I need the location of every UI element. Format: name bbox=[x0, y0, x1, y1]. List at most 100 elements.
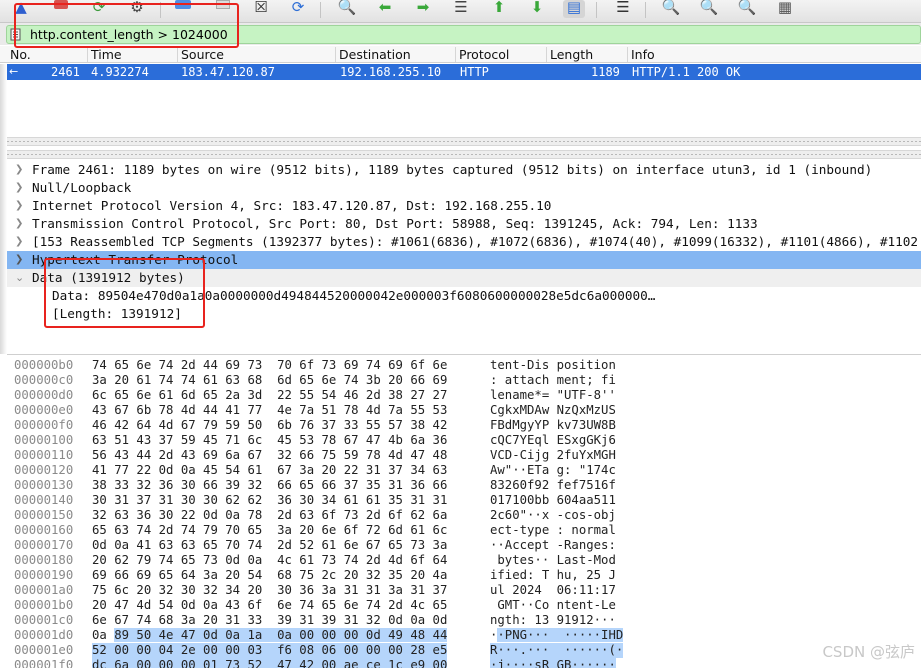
hex-row[interactable]: 000000b0 74 65 6e 74 2d 44 69 73 70 6f 73… bbox=[7, 358, 921, 373]
hex-row[interactable]: 000001e0 52 00 00 04 2e 00 00 03 f6 08 06… bbox=[7, 643, 921, 658]
hex-bytes: 75 6c 20 32 30 32 34 20 30 36 3a 31 31 3… bbox=[92, 583, 448, 597]
hex-row[interactable]: 00000190 69 66 69 65 64 3a 20 54 68 75 2c… bbox=[7, 568, 921, 583]
reload-file-icon[interactable]: ⟳ bbox=[287, 0, 309, 18]
display-filter-bar: http.content_length > 1024000 bbox=[0, 23, 921, 45]
column-header-destination[interactable]: Destination bbox=[335, 47, 455, 62]
collapse-arrow-icon[interactable]: ⌄ bbox=[15, 269, 24, 286]
go-back-icon[interactable]: ⬅ bbox=[374, 0, 396, 18]
pane-splitter-middle[interactable] bbox=[7, 150, 921, 159]
zoom-in-icon[interactable]: 🔍 bbox=[660, 0, 682, 18]
tree-row-label: Hypertext Transfer Protocol bbox=[32, 252, 239, 267]
restart-capture-icon[interactable]: ⟳ bbox=[88, 0, 110, 18]
tree-row-reassembled-segments[interactable]: ❯ [153 Reassembled TCP Segments (1392377… bbox=[7, 233, 921, 251]
close-file-icon[interactable]: ☒ bbox=[250, 0, 272, 18]
save-file-icon[interactable] bbox=[212, 0, 234, 18]
hex-row[interactable]: 000001d0 0a 89 50 4e 47 0d 0a 1a 0a 00 00… bbox=[7, 628, 921, 643]
hex-offset: 000001a0 bbox=[14, 583, 74, 597]
hex-offset: 00000150 bbox=[14, 508, 74, 522]
column-header-length[interactable]: Length bbox=[546, 47, 627, 62]
colorize-icon[interactable]: ☰ bbox=[612, 0, 634, 18]
expand-arrow-icon[interactable]: ❯ bbox=[15, 251, 23, 268]
expand-arrow-icon[interactable]: ❯ bbox=[15, 233, 23, 250]
hex-ascii: bytes·· Last-Mod bbox=[490, 553, 616, 567]
hex-ascii: 017100bb 604aa511 bbox=[490, 493, 616, 507]
packet-bytes-pane: 000000b0 74 65 6e 74 2d 44 69 73 70 6f 73… bbox=[7, 354, 921, 668]
fin-icon[interactable]: ▲ bbox=[10, 0, 32, 18]
expand-arrow-icon[interactable]: ❯ bbox=[15, 215, 23, 232]
pane-splitter-top[interactable] bbox=[7, 137, 921, 146]
tree-row-label: Null/Loopback bbox=[32, 180, 132, 195]
zoom-out-icon[interactable]: 🔍 bbox=[698, 0, 720, 18]
tree-row-frame[interactable]: ❯ Frame 2461: 1189 bytes on wire (9512 b… bbox=[7, 161, 921, 179]
hex-ascii: VCD-Cijg 2fuYxMGH bbox=[490, 448, 616, 462]
go-to-packet-icon[interactable]: ☰ bbox=[450, 0, 472, 18]
hex-row[interactable]: 000000d0 6c 65 6e 61 6d 65 2a 3d 22 55 54… bbox=[7, 388, 921, 403]
column-header-protocol[interactable]: Protocol bbox=[455, 47, 546, 62]
go-last-packet-icon[interactable]: ⬇ bbox=[526, 0, 548, 18]
tree-row-data-bytes[interactable]: Data: 89504e470d0a1a0a0000000d4948445200… bbox=[7, 287, 921, 305]
column-header-source[interactable]: Source bbox=[177, 47, 335, 62]
zoom-normal-icon[interactable]: 🔍 bbox=[736, 0, 758, 18]
hex-ascii-group: ··PNG··· ·····IHD bbox=[490, 628, 624, 643]
packet-row-selected[interactable]: ← 2461 4.932274 183.47.120.87 192.168.25… bbox=[7, 64, 921, 80]
open-file-icon[interactable] bbox=[172, 0, 194, 18]
hex-bytes: 74 65 6e 74 2d 44 69 73 70 6f 73 69 74 6… bbox=[92, 358, 448, 372]
tree-row-ipv4[interactable]: ❯ Internet Protocol Version 4, Src: 183.… bbox=[7, 197, 921, 215]
column-header-time[interactable]: Time bbox=[87, 47, 177, 62]
hex-bytes-highlighted: 89 50 4e 47 0d 0a 1a 0a 00 00 00 0d 49 4… bbox=[114, 628, 448, 642]
hex-row[interactable]: 00000110 56 43 44 2d 43 69 6a 67 32 66 75… bbox=[7, 448, 921, 463]
hex-row[interactable]: 00000100 63 51 43 37 59 45 71 6c 45 53 78… bbox=[7, 433, 921, 448]
display-filter-text: http.content_length > 1024000 bbox=[30, 27, 228, 42]
main-toolbar: ▲ ⟳ ⚙ ☒ ⟳ 🔍 ⬅ ➡ ☰ ⬆ ⬇ ▤ ☰ 🔍 🔍 🔍 ▦ bbox=[0, 0, 921, 23]
column-header-no[interactable]: No. bbox=[7, 47, 87, 62]
tree-row-data[interactable]: ⌄ Data (1391912 bytes) bbox=[7, 269, 921, 287]
go-forward-icon[interactable]: ➡ bbox=[412, 0, 434, 18]
hex-ascii: cQC7YEql ESxgGKj6 bbox=[490, 433, 616, 447]
hex-row[interactable]: 000000e0 43 67 6b 78 4d 44 41 77 4e 7a 51… bbox=[7, 403, 921, 418]
hex-row[interactable]: 00000180 20 62 79 74 65 73 0d 0a 4c 61 73… bbox=[7, 553, 921, 568]
hex-row[interactable]: 00000130 38 33 32 36 30 66 39 32 66 65 66… bbox=[7, 478, 921, 493]
resize-columns-icon[interactable]: ▦ bbox=[774, 0, 796, 18]
hex-offset: 00000130 bbox=[14, 478, 74, 492]
capture-options-icon[interactable]: ⚙ bbox=[126, 0, 148, 18]
hex-row[interactable]: 00000140 30 31 37 31 30 30 62 62 36 30 34… bbox=[7, 493, 921, 508]
hex-ascii: FBdMgyYP kv73UW8B bbox=[490, 418, 616, 432]
go-first-packet-icon[interactable]: ⬆ bbox=[488, 0, 510, 18]
hex-offset: 000000b0 bbox=[14, 358, 74, 372]
hex-row[interactable]: 00000120 41 77 22 0d 0a 45 54 61 67 3a 20… bbox=[7, 463, 921, 478]
hex-row[interactable]: 00000170 0d 0a 41 63 63 65 70 74 2d 52 61… bbox=[7, 538, 921, 553]
hex-offset: 00000170 bbox=[14, 538, 74, 552]
tree-row-label: Data (1391912 bytes) bbox=[32, 270, 185, 285]
hex-row[interactable]: 000000f0 46 42 64 4d 67 79 59 50 6b 76 37… bbox=[7, 418, 921, 433]
auto-scroll-icon[interactable]: ▤ bbox=[563, 0, 585, 18]
stop-capture-icon[interactable] bbox=[50, 0, 72, 18]
tree-row-http[interactable]: ❯ Hypertext Transfer Protocol bbox=[7, 251, 921, 269]
tree-row-label: Data: 89504e470d0a1a0a0000000d4948445200… bbox=[52, 288, 656, 303]
display-filter-input[interactable]: http.content_length > 1024000 bbox=[6, 25, 921, 44]
tree-row-data-length[interactable]: [Length: 1391912] bbox=[7, 305, 921, 323]
expand-arrow-icon[interactable]: ❯ bbox=[15, 197, 23, 214]
hex-row[interactable]: 000001a0 75 6c 20 32 30 32 34 20 30 36 3a… bbox=[7, 583, 921, 598]
hex-offset: 00000100 bbox=[14, 433, 74, 447]
hex-ascii: tent-Dis position bbox=[490, 358, 616, 372]
hex-ascii: : attach ment; fi bbox=[490, 373, 616, 387]
tree-row-label: [Length: 1391912] bbox=[52, 306, 182, 321]
expand-arrow-icon[interactable]: ❯ bbox=[15, 179, 23, 196]
tree-row-tcp[interactable]: ❯ Transmission Control Protocol, Src Por… bbox=[7, 215, 921, 233]
hex-row[interactable]: 00000150 32 63 36 30 22 0d 0a 78 2d 63 6f… bbox=[7, 508, 921, 523]
column-header-info[interactable]: Info bbox=[627, 47, 921, 62]
hex-offset: 000001c0 bbox=[14, 613, 74, 627]
hex-row[interactable]: 000001f0 dc 6a 00 00 00 01 73 52 47 42 00… bbox=[7, 658, 921, 668]
packet-no: 2461 bbox=[51, 65, 80, 79]
filter-bookmark-icon[interactable] bbox=[9, 27, 23, 42]
tree-row-null-loopback[interactable]: ❯ Null/Loopback bbox=[7, 179, 921, 197]
hex-row[interactable]: 000000c0 3a 20 61 74 74 61 63 68 6d 65 6e… bbox=[7, 373, 921, 388]
hex-row[interactable]: 000001c0 6e 67 74 68 3a 20 31 33 39 31 39… bbox=[7, 613, 921, 628]
hex-row[interactable]: 000001b0 20 47 4d 54 0d 0a 43 6f 6e 74 65… bbox=[7, 598, 921, 613]
hex-bytes: 20 62 79 74 65 73 0d 0a 4c 61 73 74 2d 4… bbox=[92, 553, 448, 567]
find-packet-icon[interactable]: 🔍 bbox=[336, 0, 358, 18]
hex-bytes: 6e 67 74 68 3a 20 31 33 39 31 39 31 32 0… bbox=[92, 613, 448, 627]
expand-arrow-icon[interactable]: ❯ bbox=[15, 161, 23, 178]
hex-row[interactable]: 00000160 65 63 74 2d 74 79 70 65 3a 20 6e… bbox=[7, 523, 921, 538]
hex-offset: 000001e0 bbox=[14, 643, 74, 657]
